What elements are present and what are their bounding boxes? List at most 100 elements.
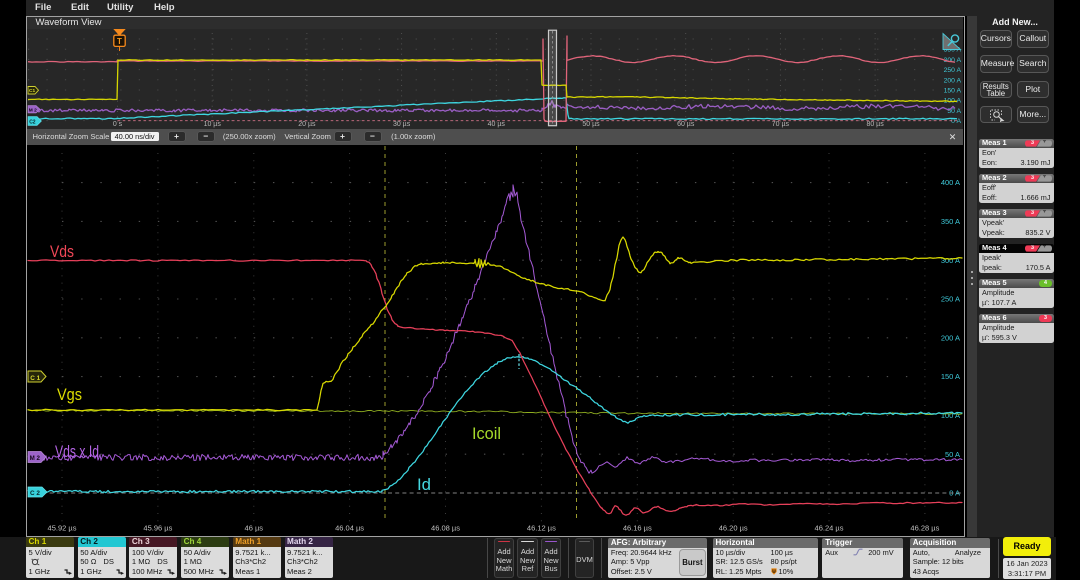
overview-waveform-area[interactable]: 0 s10 µs20 µs30 µs40 µs50 µs60 µs70 µs80… bbox=[27, 29, 963, 129]
trigger-badge[interactable]: TriggerAux200 mV bbox=[822, 538, 903, 578]
afg-badge[interactable]: AFG: ArbitraryFreq: 20.9644 kHzAmp: 5 Vp… bbox=[608, 538, 707, 578]
waveform-view-container: Waveform View 0 s10 µs20 µs30 µs40 µs50 … bbox=[26, 16, 965, 537]
badge-row: 10% bbox=[777, 567, 794, 576]
more-button[interactable]: More... bbox=[1017, 106, 1049, 124]
button-label: Measure bbox=[981, 56, 1011, 72]
badge-row: Offset: 2.5 V bbox=[611, 567, 652, 576]
channel-badge[interactable]: Math 29.7521 k...Ch3*Ch2Meas 2 bbox=[285, 537, 333, 578]
ready-status-button[interactable]: Ready bbox=[1003, 537, 1051, 556]
main-time-label: 46.16 µs bbox=[622, 523, 651, 532]
results-table-button[interactable]: ResultsTable bbox=[980, 81, 1012, 99]
badge-line-left: 1 MΩ bbox=[132, 557, 150, 566]
trigger-body: Aux200 mV bbox=[822, 548, 903, 578]
badge-row: 80 ps/pt bbox=[771, 557, 797, 566]
measurement-badge[interactable]: Meas 43+Ipeak'Ipeak:170.5 A bbox=[979, 244, 1054, 273]
channel-badge[interactable]: Ch 450 A/div1 MΩ500 MHz bbox=[181, 537, 229, 578]
tab-waveform-view[interactable]: Waveform View bbox=[36, 17, 102, 29]
overview-time-label: 50 µs bbox=[582, 121, 600, 128]
plot-button[interactable]: Plot bbox=[1017, 81, 1049, 99]
menu-item[interactable]: Help bbox=[154, 0, 175, 16]
meas-label: µ': 107.7 A bbox=[982, 298, 1016, 308]
main-amp-label: 350 A bbox=[940, 217, 959, 226]
measurement-badge[interactable]: Meas 63Amplitudeµ': 595.3 V bbox=[979, 314, 1054, 343]
channel-badge[interactable]: Math 19.7521 k...Ch3*Ch2Meas 1 bbox=[233, 537, 281, 578]
badge-row: Freq: 20.9644 kHz bbox=[611, 548, 672, 557]
zoom-selection-button[interactable] bbox=[980, 106, 1012, 124]
badge-title: AFG: Arbitrary bbox=[608, 538, 707, 548]
channel-badge[interactable]: Ch 250 A/div50 ΩDS1 GHz bbox=[78, 537, 126, 578]
date-text: 16 Jan 2023 bbox=[1006, 559, 1047, 568]
main-marker-math2[interactable]: M 2 bbox=[28, 451, 46, 462]
panel-divider[interactable] bbox=[967, 16, 978, 537]
v-zoom-minus-button[interactable]: − bbox=[365, 132, 381, 141]
trigger-header: Trigger bbox=[822, 538, 903, 548]
add-new-title: Add New... bbox=[977, 17, 1054, 27]
channel-badge[interactable]: Ch 15 V/div1 GHz bbox=[26, 537, 74, 578]
add-new-bus-button[interactable]: AddNewBus bbox=[541, 538, 561, 578]
overview-amp-label: 250 A bbox=[943, 67, 961, 74]
screen-corner bbox=[1056, 537, 1080, 580]
measurement-badge[interactable]: Meas 23+Eoff'Eoff:1.666 mJ bbox=[979, 174, 1054, 203]
separator bbox=[568, 538, 569, 578]
badge-line: Ch3*Ch2 bbox=[235, 557, 273, 566]
measure-button[interactable]: Measure bbox=[980, 55, 1012, 73]
marker-label: C1 bbox=[29, 88, 35, 94]
channel-badge-header: Math 1 bbox=[233, 537, 281, 547]
acquisition-header: Acquisition bbox=[910, 538, 991, 548]
meas-body: Amplitudeµ': 595.3 V bbox=[979, 323, 1054, 343]
trigger-position-marker[interactable]: T bbox=[113, 29, 125, 51]
zoom-scale-input[interactable]: 40.00 ns/div bbox=[111, 132, 159, 142]
main-waveform-area[interactable]: 400 A350 A300 A250 A200 A150 A100 A50 A0… bbox=[27, 145, 963, 535]
channel-badge-body: 100 V/div1 MΩDS100 MHz bbox=[129, 547, 177, 578]
menu-item[interactable]: File bbox=[35, 0, 51, 16]
close-zoom-icon[interactable]: ✕ bbox=[947, 131, 959, 143]
burst-button[interactable]: Burst bbox=[679, 549, 706, 576]
trace-ch3-vds bbox=[28, 259, 962, 514]
overview-trace-ch3-vds bbox=[28, 36, 955, 122]
overview-marker-ch1[interactable]: C1 bbox=[28, 87, 39, 95]
badge-line-right: DS bbox=[150, 557, 168, 566]
h-zoom-plus-button[interactable]: + bbox=[169, 132, 185, 141]
menu-item[interactable]: Edit bbox=[71, 0, 89, 16]
main-marker-ch2[interactable]: C 2 bbox=[28, 487, 47, 497]
measurement-badge[interactable]: Meas 33+Vpeak'Vpeak:835.2 V bbox=[979, 209, 1054, 238]
button-label: AddNewBus bbox=[542, 548, 560, 574]
channel-badge[interactable]: Ch 3100 V/div1 MΩDS100 MHz bbox=[129, 537, 177, 578]
dvm-button[interactable]: DVM bbox=[575, 538, 595, 578]
horizontal-body: 10 µs/div100 µsSR: 12.5 GS/s80 ps/ptRL: … bbox=[713, 548, 819, 578]
channel-name: Ch 2 bbox=[80, 537, 98, 547]
dynamic-range-icon bbox=[116, 569, 124, 576]
badge-row: 200 mV bbox=[868, 548, 893, 557]
measurement-badge[interactable]: Meas 54Amplitudeµ': 107.7 A bbox=[979, 279, 1054, 308]
menu-item[interactable]: Utility bbox=[107, 0, 133, 16]
overview-time-label: 40 µs bbox=[487, 121, 505, 128]
main-time-label: 46.12 µs bbox=[526, 523, 555, 532]
cursors-button[interactable]: Cursors bbox=[980, 30, 1012, 48]
zoom-selection-box[interactable] bbox=[548, 30, 556, 126]
h-zoom-minus-button[interactable]: − bbox=[198, 132, 214, 141]
main-time-label: 46.04 µs bbox=[335, 523, 364, 532]
badge-line: Ch3*Ch2 bbox=[287, 557, 325, 566]
overview-marker-ch2[interactable]: C2 bbox=[28, 117, 42, 126]
callout-button[interactable]: Callout bbox=[1017, 30, 1049, 48]
dynamic-range-icon bbox=[219, 569, 227, 576]
v-zoom-plus-button[interactable]: + bbox=[335, 132, 351, 141]
acquisition-badge[interactable]: AcquisitionAuto,AnalyzeSample: 12 bits43… bbox=[910, 538, 991, 578]
button-label: More... bbox=[1018, 107, 1048, 123]
source-badge: 3+ bbox=[1025, 245, 1052, 251]
meas-line1: Amplitude bbox=[982, 288, 1014, 298]
search-button[interactable]: Search bbox=[1017, 55, 1049, 73]
badge-line: 1 GHz bbox=[80, 567, 102, 576]
marker-label: M 2 bbox=[29, 455, 40, 462]
add-new-math-button[interactable]: AddNewMath bbox=[494, 538, 514, 578]
badge-row: 100 µs bbox=[771, 548, 793, 557]
add-new-ref-button[interactable]: AddNewRef bbox=[517, 538, 537, 578]
main-marker-ch1[interactable]: C 1 bbox=[28, 371, 46, 382]
channel-badge-header: Ch 3 bbox=[129, 537, 177, 547]
afg-header: AFG: Arbitrary bbox=[608, 538, 707, 548]
measurement-badge[interactable]: Meas 13+Eon'Eon:3.190 mJ bbox=[979, 139, 1054, 168]
horizontal-header: Horizontal bbox=[713, 538, 819, 548]
zoom-overview-icon[interactable] bbox=[943, 34, 961, 50]
meas-label: µ': 595.3 V bbox=[982, 333, 1017, 343]
horizontal-badge[interactable]: Horizontal10 µs/div100 µsSR: 12.5 GS/s80… bbox=[713, 538, 819, 578]
